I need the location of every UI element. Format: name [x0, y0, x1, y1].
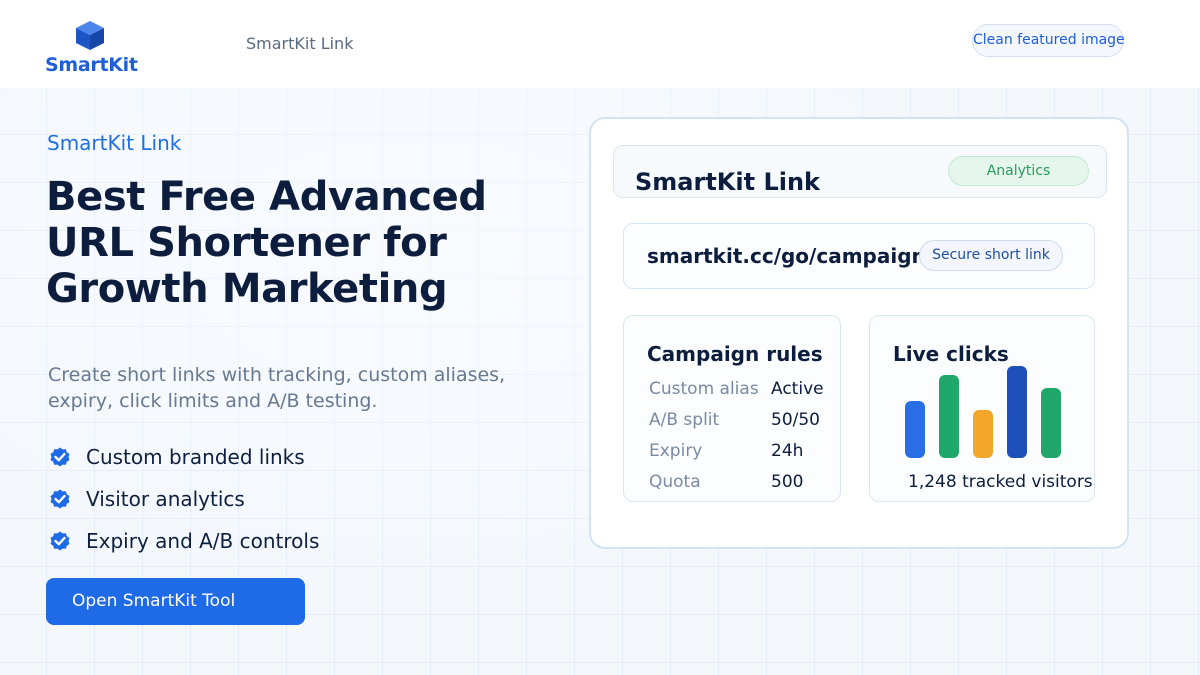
nav-link-smartkit-link[interactable]: SmartKit Link	[246, 34, 353, 53]
click-bar	[973, 410, 993, 458]
rules-title: Campaign rules	[647, 342, 823, 366]
feature-list: Custom branded links Visitor analytics E…	[48, 436, 319, 562]
rule-row: Expiry 24h	[649, 441, 839, 463]
feature-item: Custom branded links	[48, 436, 319, 478]
short-url-text: smartkit.cc/go/campaign	[647, 244, 926, 268]
rule-row: Custom alias Active	[649, 379, 839, 401]
hero-headline: Best Free Advanced URL Shortener for Gro…	[46, 174, 487, 312]
rule-key: Expiry	[649, 441, 703, 461]
click-bar	[1041, 388, 1061, 458]
click-bar	[905, 401, 925, 458]
check-badge-icon	[50, 531, 70, 551]
rule-value: Active	[771, 379, 824, 399]
click-bar	[1007, 366, 1027, 458]
rule-key: Custom alias	[649, 379, 759, 399]
analytics-badge: Analytics	[948, 156, 1089, 186]
rule-value: 50/50	[771, 410, 820, 430]
short-url-panel: smartkit.cc/go/campaign Secure short lin…	[623, 223, 1095, 289]
rule-key: A/B split	[649, 410, 720, 430]
live-clicks-panel: Live clicks 1,248 tracked visitors	[869, 315, 1095, 502]
card-title: SmartKit Link	[635, 168, 821, 196]
rule-row: A/B split 50/50	[649, 410, 839, 432]
clean-featured-image-button[interactable]: Clean featured image	[972, 24, 1125, 57]
top-header: SmartKit SmartKit Link Clean featured im…	[0, 0, 1200, 88]
campaign-rules-panel: Campaign rules Custom alias Active A/B s…	[623, 315, 841, 502]
feature-label: Visitor analytics	[86, 487, 245, 511]
rule-value: 24h	[771, 441, 804, 461]
hero-subtitle: Create short links with tracking, custom…	[48, 364, 506, 412]
check-badge-icon	[50, 489, 70, 509]
rule-value: 500	[771, 472, 804, 492]
product-preview-card: SmartKit Link Analytics smartkit.cc/go/c…	[589, 117, 1129, 549]
clicks-caption: 1,248 tracked visitors	[908, 472, 1093, 492]
feature-item: Expiry and A/B controls	[48, 520, 319, 562]
smartkit-logo[interactable]: SmartKit	[45, 20, 138, 80]
hero-eyebrow: SmartKit Link	[47, 131, 182, 155]
card-header: SmartKit Link Analytics	[613, 145, 1107, 198]
secure-link-badge: Secure short link	[919, 240, 1063, 271]
feature-label: Custom branded links	[86, 445, 305, 469]
feature-label: Expiry and A/B controls	[86, 529, 320, 553]
cube-logo-icon	[76, 21, 104, 50]
feature-item: Visitor analytics	[48, 478, 319, 520]
open-smartkit-tool-button[interactable]: Open SmartKit Tool	[46, 578, 305, 625]
check-badge-icon	[50, 447, 70, 467]
logo-text: SmartKit	[45, 54, 138, 76]
rule-key: Quota	[649, 472, 701, 492]
click-bar	[939, 375, 959, 458]
rule-row: Quota 500	[649, 472, 839, 494]
